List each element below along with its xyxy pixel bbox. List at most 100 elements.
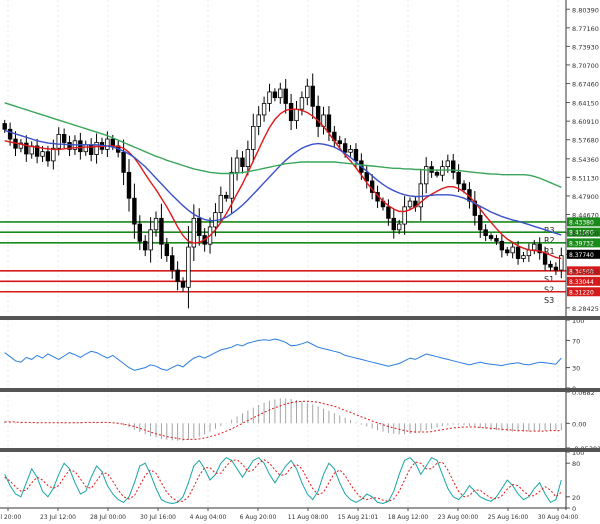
time-tick-label: Jul 20:00 [0,514,21,521]
candle-body [256,114,261,127]
pivot-level-value: 8.43380 [569,219,594,226]
candle-body [224,194,229,199]
pivot-level-name: S1 [544,275,554,284]
candle-body [272,91,278,99]
candle-body [337,140,342,145]
candle-body [456,171,461,185]
price-tick-label: 8.47900 [572,193,599,201]
pivot-level-value: 8.31220 [569,289,594,296]
candle-body [483,229,488,236]
candle-body [218,194,224,213]
oscillator-1-tick-label: 70 [572,337,580,345]
panel-separator [0,448,600,452]
price-tick-label: 8.60910 [572,118,599,126]
time-tick-label: 6 Aug 20:00 [240,514,277,521]
time-tick-label: 30 Aug 04:00 [538,514,579,521]
price-tick-label: 8.80390 [572,6,599,14]
candle-body [61,134,67,143]
price-tick-label: 8.70700 [572,62,599,70]
time-tick-label: 30 Jul 16:00 [140,514,176,521]
candle-body [478,215,483,231]
oscillator-3-tick-label: 80 [572,460,580,468]
candle-body [424,166,429,185]
price-tick-label: 8.57680 [572,137,599,145]
candle-body [240,157,245,168]
oscillator-3-tick-label: 0 [572,505,576,513]
candle-body [7,128,13,140]
candle-body [445,160,451,168]
time-tick-label: 25 Aug 16:00 [488,514,529,521]
time-tick-label: 23 Aug 00:00 [438,514,479,521]
candle-body [234,157,240,173]
candle-body [342,143,348,153]
pivot-level-value: 8.33044 [569,279,594,286]
candle-body [170,255,175,271]
candle-body [386,206,391,219]
current-price-label: 8.37740 [569,252,594,259]
candle-body [521,255,526,259]
candle-body [440,166,445,176]
candle-body [434,171,440,176]
candle-body [164,243,170,257]
oscillator-2-tick-label: 0.00 [572,420,586,428]
candle-body [56,134,61,149]
candle-body [83,144,88,153]
candle-body [326,114,332,133]
candle-body [126,171,132,199]
candle-body [348,148,353,153]
candle-body [267,91,272,104]
candle-body [2,123,7,130]
candle-body [353,148,359,162]
price-tick-label: 8.54360 [572,156,599,164]
price-tick-label: 8.77160 [572,25,599,33]
candle-body [110,138,115,147]
candle-body [159,217,164,245]
candle-body [229,171,234,199]
time-tick-label: 11 Aug 08:00 [288,514,329,521]
candle-body [51,147,56,162]
candle-body [251,126,256,150]
candle-body [505,249,510,254]
time-tick-label: 23 Jul 12:00 [40,514,76,521]
candle-body [288,103,294,122]
candle-body [310,85,315,107]
candle-body [180,281,186,288]
candle-body [143,240,148,251]
oscillator-3-tick-label: 20 [572,494,580,502]
price-tick-label: 8.41450 [572,230,599,238]
candle-body [396,223,402,231]
candle-body [548,263,553,268]
candle-body [132,197,137,225]
candle-body [488,235,494,239]
candle-body [186,246,191,288]
candle-body [553,266,559,271]
candle-body [197,217,202,236]
candle-body [245,148,251,168]
price-tick-label: 8.28425 [572,305,599,313]
price-tick-label: 8.67460 [572,81,599,89]
candle-body [407,200,413,208]
pivot-level-name: S2 [544,285,554,294]
price-tick-label: 8.44670 [572,211,599,219]
candle-body [261,103,267,116]
candle-body [45,151,51,162]
candle-body [40,151,45,157]
candle-body [532,243,537,251]
candle-body [105,138,110,150]
candle-body [402,206,407,225]
candle-body [526,249,532,257]
chart: R38.43380R28.41590R18.39732S18.34868S28.… [0,0,600,524]
candle-body [148,229,153,251]
candle-body [121,151,126,173]
time-tick-label: 15 Aug 21:01 [338,514,379,521]
oscillator-1-tick-label: 30 [572,365,580,373]
candle-body [175,269,180,282]
price-tick-label: 8.73930 [572,43,599,51]
candle-body [299,97,305,110]
candle-body [510,246,515,254]
pivot-level-name: S3 [544,296,554,305]
candle-body [283,88,288,104]
candle-body [461,183,467,190]
candle-body [515,246,521,259]
candle-body [305,85,310,99]
